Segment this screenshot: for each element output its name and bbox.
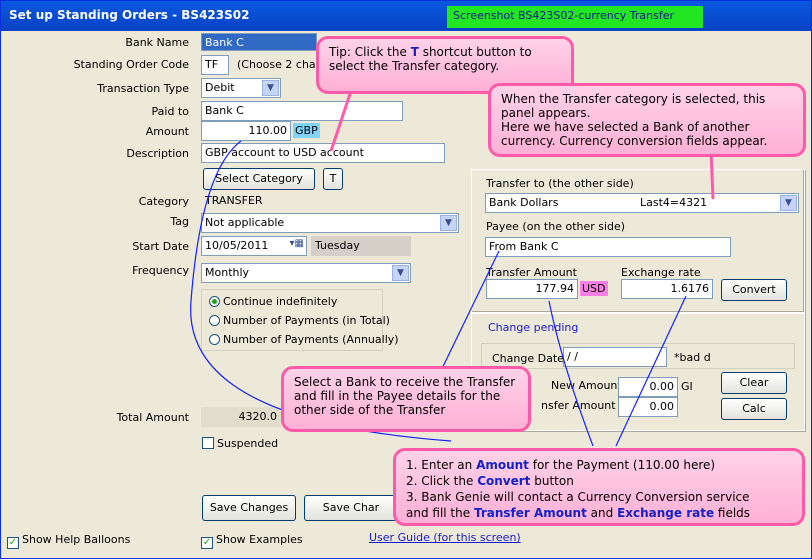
tip-select-bank: Select a Bank to receive the Transfer an… [281, 366, 531, 432]
tip-convert-steps: 1. Enter an Amount for the Payment (110.… [393, 448, 805, 526]
tip-transfer-panel: When the Transfer category is selected, … [488, 83, 806, 157]
standing-orders-window: Set up Standing Orders - BS423S02 Screen… [0, 0, 812, 559]
